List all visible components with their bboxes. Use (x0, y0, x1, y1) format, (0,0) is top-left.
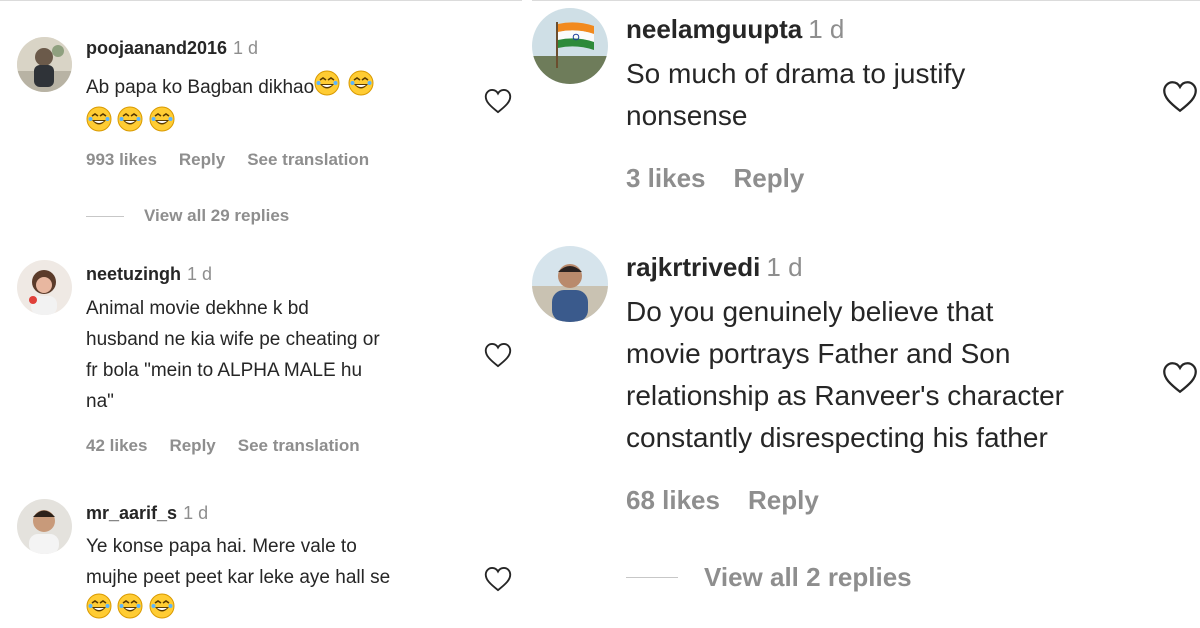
laughing-emoji-icon (149, 106, 175, 142)
avatar-photo-icon (17, 260, 72, 315)
reply-button[interactable]: Reply (169, 436, 215, 455)
comment-header: rajkrtrivedi 1 d (626, 252, 803, 283)
avatar[interactable] (532, 8, 608, 84)
likes-count[interactable]: 993 likes (86, 150, 157, 169)
reply-button[interactable]: Reply (734, 163, 805, 193)
view-replies-button[interactable]: View all 29 replies (86, 206, 289, 226)
comment-text-line: Do you genuinely believe that (626, 296, 994, 327)
timestamp[interactable]: 1 d (766, 252, 802, 282)
username[interactable]: poojaanand2016 (86, 38, 227, 58)
comment-text-line: relationship as Ranveer's character (626, 380, 1065, 411)
comment-text: Animal movie dekhne k bd husband ne kia … (86, 293, 476, 417)
laughing-emoji-icon (348, 70, 374, 106)
comment-text: Ab papa ko Bagban dikhao (86, 70, 466, 142)
username[interactable]: neetuzingh (86, 264, 181, 284)
avatar[interactable] (17, 260, 72, 315)
like-heart-icon[interactable] (484, 342, 512, 368)
comment-text-line: husband ne kia wife pe cheating or (86, 329, 380, 350)
likes-count[interactable]: 68 likes (626, 485, 720, 515)
see-translation-link[interactable]: See translation (238, 436, 360, 455)
comment-text: Do you genuinely believe that movie port… (626, 291, 1186, 459)
view-replies-label: View all 29 replies (144, 206, 290, 225)
like-heart-icon[interactable] (484, 566, 512, 592)
laughing-emoji-icon (149, 593, 175, 628)
username[interactable]: neelamguupta (626, 14, 802, 44)
comment-header: mr_aarif_s 1 d (86, 503, 208, 524)
laughing-emoji-icon (86, 106, 112, 142)
timestamp[interactable]: 1 d (187, 264, 212, 284)
comment-text-line: na" (86, 391, 114, 412)
laughing-emoji-icon (86, 593, 112, 628)
see-translation-link[interactable]: See translation (247, 150, 369, 169)
comment-text-line: Ye konse papa hai. Mere vale to (86, 536, 357, 557)
comment-header: neelamguupta 1 d (626, 14, 844, 45)
right-comments-panel: neelamguupta 1 d So much of drama to just… (532, 0, 1200, 628)
comment-header: poojaanand2016 1 d (86, 38, 258, 59)
comment-actions: 993 likes Reply See translation (86, 150, 391, 170)
like-heart-icon[interactable] (484, 88, 512, 114)
reply-button[interactable]: Reply (179, 150, 225, 169)
comment-actions: 3 likes Reply (626, 163, 826, 194)
like-heart-icon[interactable] (1162, 80, 1198, 113)
username[interactable]: rajkrtrivedi (626, 252, 760, 282)
left-comments-panel: poojaanand2016 1 d Ab papa ko Bagban dikh… (0, 0, 522, 628)
avatar-photo-icon (17, 499, 72, 554)
view-replies-button[interactable]: View all 2 replies (626, 562, 912, 593)
like-heart-icon[interactable] (1162, 361, 1198, 394)
laughing-emoji-icon (314, 70, 340, 106)
view-replies-label: View all 2 replies (704, 562, 912, 592)
avatar[interactable] (17, 37, 72, 92)
avatar[interactable] (532, 246, 608, 322)
likes-count[interactable]: 3 likes (626, 163, 706, 193)
reply-button[interactable]: Reply (748, 485, 819, 515)
comment-actions: 68 likes Reply (626, 485, 841, 516)
comment-text-line: Ab papa ko Bagban dikhao (86, 77, 315, 99)
comment-text-line: fr bola "mein to ALPHA MALE hu (86, 360, 363, 381)
replies-divider (626, 577, 678, 578)
avatar-photo-icon (532, 246, 608, 322)
comment-text-line: mujhe peet peet kar leke aye hall se (86, 567, 391, 588)
laughing-emoji-icon (117, 593, 143, 628)
top-divider (0, 0, 522, 1)
likes-count[interactable]: 42 likes (86, 436, 147, 455)
avatar[interactable] (17, 499, 72, 554)
replies-divider (86, 215, 124, 217)
comment-text-line: constantly disrespecting his father (626, 422, 1048, 453)
top-divider (532, 0, 1200, 1)
comment-text-line: So much of drama to justify (626, 58, 966, 89)
avatar-photo-icon (17, 37, 72, 92)
timestamp[interactable]: 1 d (183, 503, 208, 523)
comment-text-line: nonsense (626, 100, 748, 131)
comment-text-line: Animal movie dekhne k bd (86, 298, 309, 319)
india-flag-avatar-icon (532, 8, 608, 84)
emoji-row (86, 593, 486, 628)
laughing-emoji-icon (117, 106, 143, 142)
timestamp[interactable]: 1 d (808, 14, 844, 44)
username[interactable]: mr_aarif_s (86, 503, 177, 523)
comment-text: Ye konse papa hai. Mere vale to mujhe pe… (86, 531, 486, 628)
comment-header: neetuzingh 1 d (86, 264, 212, 285)
comment-text-line: movie portrays Father and Son (626, 338, 1011, 369)
comment-text: So much of drama to justify nonsense (626, 53, 1146, 137)
comment-actions: 42 likes Reply See translation (86, 436, 382, 456)
timestamp[interactable]: 1 d (233, 38, 258, 58)
